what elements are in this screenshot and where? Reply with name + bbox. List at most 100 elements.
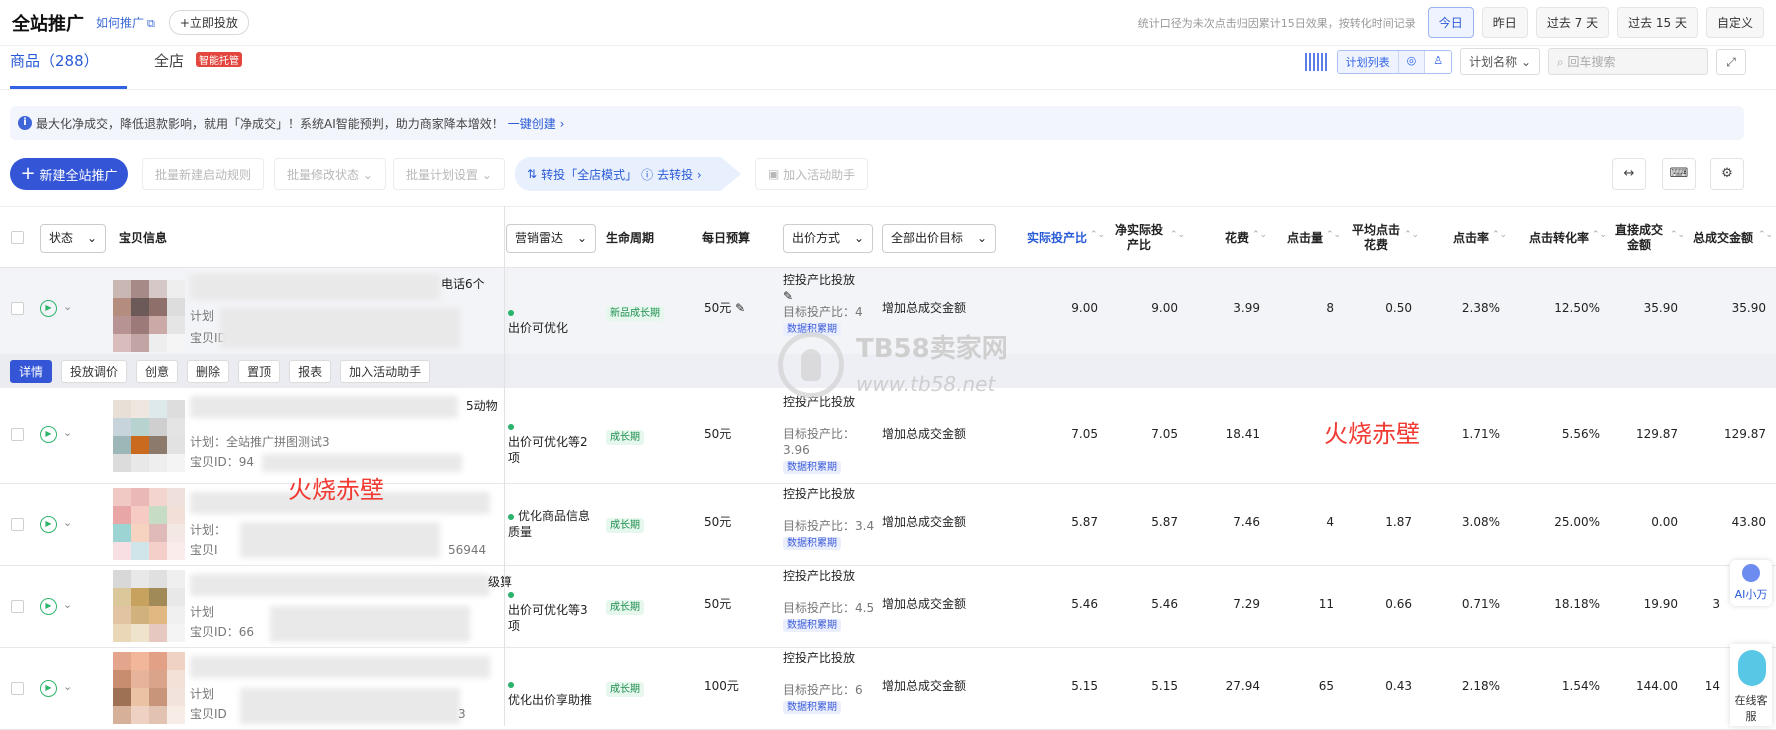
lifecycle-tag: 成长期 <box>606 600 644 615</box>
action-bar: + 新建全站推广 批量新建启动规则 批量修改状态 ⌄ 批量计划设置 ⌄ ⇅ 转投「… <box>0 156 1776 192</box>
column-width-icon[interactable]: ↔ <box>1612 158 1646 190</box>
radar-cell[interactable]: 出价可优化 <box>508 304 568 336</box>
cpc-header[interactable]: 平均点击花费 ⌃⌄ <box>1350 207 1419 269</box>
blurred-plan-info <box>240 688 460 724</box>
budget-cell[interactable]: 50元 <box>704 596 731 612</box>
edit-icon[interactable]: ✎ <box>783 289 793 303</box>
tab-items[interactable]: 商品（288） <box>10 50 99 71</box>
radar-cell[interactable]: 出价可优化等2项 <box>508 418 594 466</box>
target-view-icon[interactable]: ◎ <box>1398 50 1426 73</box>
total-gmv-cell: 129.87 <box>1724 427 1766 441</box>
cpc-cell: 0.66 <box>1385 597 1412 611</box>
view-switch[interactable]: 计划列表 ◎ ♙ <box>1336 49 1453 74</box>
activity-helper-button[interactable]: ▣ 加入活动助手 <box>755 158 869 190</box>
external-link-icon: ⧉ <box>147 17 155 30</box>
radar-cell[interactable]: 优化出价享助推 <box>508 676 604 708</box>
play-status-icon[interactable]: ▶ <box>40 426 57 443</box>
transfer-store-mode-button[interactable]: ⇅ 转投「全店模式」 ⓘ 去转投 › <box>515 157 741 191</box>
search-input[interactable]: ⌕ 回车搜索 <box>1548 48 1708 75</box>
fullscreen-icon[interactable]: ⤢ <box>1716 48 1746 75</box>
direct-gmv-cell: 129.87 <box>1636 427 1678 441</box>
sort-icon: ⌃⌄ <box>1090 230 1106 240</box>
creative-button[interactable]: 创意 <box>136 359 179 383</box>
chevron-down-icon[interactable]: ⌄ <box>63 300 72 313</box>
cpc-cell: 0.50 <box>1385 301 1412 315</box>
roi-header[interactable]: 实际投产比 ⌃⌄ <box>1010 207 1106 269</box>
play-status-icon[interactable]: ▶ <box>40 516 57 533</box>
radar-text: 出价可优化 <box>508 321 569 335</box>
bid-goal-filter[interactable]: 全部出价目标 ⌄ <box>882 207 997 269</box>
one-click-create-link[interactable]: 一键创建 › <box>508 115 565 132</box>
howto-link[interactable]: 如何推广 ⧉ <box>96 14 155 31</box>
report-button[interactable]: 报表 <box>289 359 332 383</box>
bulk-status-button[interactable]: 批量修改状态 ⌄ <box>274 158 386 190</box>
bid-goal-header: 全部出价目标 <box>891 230 964 245</box>
customer-service-widget[interactable]: 在线客服 <box>1730 644 1772 726</box>
plan-name-select[interactable]: 计划名称 ⌄ <box>1460 48 1540 75</box>
range-15d-button[interactable]: 过去 15 天 <box>1617 7 1698 38</box>
table-row[interactable]: ▶ ⌄ 级算 计划 宝贝ID：66 出价可优化等3项 成长期 50元 控投产比投… <box>0 566 1776 648</box>
table-row[interactable]: ▶ ⌄ 计划： 宝贝I 56944 优化商品信息质量 成长期 50元 控投产比投… <box>0 484 1776 566</box>
budget-cell[interactable]: 100元 <box>704 678 739 694</box>
chevron-down-icon[interactable]: ⌄ <box>63 598 72 611</box>
row-checkbox[interactable] <box>11 428 24 441</box>
edit-icon[interactable]: ✎ <box>735 301 745 315</box>
tab-store[interactable]: 全店 <box>154 50 184 71</box>
add-activity-button[interactable]: 加入活动助手 <box>340 359 431 383</box>
blurred-plan-info <box>220 308 460 348</box>
range-custom-button[interactable]: 自定义 <box>1705 7 1764 38</box>
range-today-button[interactable]: 今日 <box>1427 7 1474 38</box>
direct-gmv-cell: 19.90 <box>1643 597 1678 611</box>
direct-gmv-header[interactable]: 直接成交金额 ⌃⌄ <box>1610 207 1685 269</box>
total-gmv-cell: 43.80 <box>1731 515 1766 529</box>
play-status-icon[interactable]: ▶ <box>40 598 57 615</box>
row-checkbox[interactable] <box>11 302 24 315</box>
table-row[interactable]: ▶ ⌄ 计划 宝贝ID 3 优化出价享助推 成长期 100元 控投产比投放 目标投… <box>0 648 1776 730</box>
cvr-header[interactable]: 点击转化率 ⌃⌄ <box>1510 207 1607 269</box>
cvr-cell: 12.50% <box>1554 301 1600 315</box>
table-row[interactable]: ▶ ⌄ 5动物 计划：全站推广拼图测试3 宝贝ID：94 出价可优化等2项 成长… <box>0 388 1776 484</box>
person-view-icon[interactable]: ♙ <box>1425 50 1452 73</box>
total-gmv-header[interactable]: 总成交金额 ⌃⌄ <box>1690 207 1773 269</box>
new-promotion-button[interactable]: + 新建全站推广 <box>10 158 128 190</box>
plan-list-view[interactable]: 计划列表 <box>1337 50 1399 73</box>
adjust-bid-button[interactable]: 投放调价 <box>61 359 128 383</box>
bulk-settings-button[interactable]: 批量计划设置 ⌄ <box>393 158 505 190</box>
settings-icon[interactable]: ⚙ <box>1710 158 1744 190</box>
keyboard-icon[interactable]: ⌨ <box>1662 158 1696 190</box>
budget-value: 50元 <box>704 301 732 315</box>
ctr-cell: 3.08% <box>1461 515 1500 529</box>
launch-button[interactable]: +立即投放 <box>168 10 249 35</box>
bulk-rule-button[interactable]: 批量新建启动规则 <box>142 158 265 190</box>
range-7d-button[interactable]: 过去 7 天 <box>1535 7 1610 38</box>
budget-cell[interactable]: 50元 <box>704 514 731 530</box>
radar-cell[interactable]: 出价可优化等3项 <box>508 586 594 634</box>
range-yesterday-button[interactable]: 昨日 <box>1481 7 1528 38</box>
detail-button[interactable]: 详情 <box>10 359 53 383</box>
budget-cell[interactable]: 50元 ✎ <box>704 300 745 316</box>
row-checkbox[interactable] <box>11 518 24 531</box>
spend-header[interactable]: 花费 ⌃⌄ <box>1200 207 1267 269</box>
ai-assistant-widget[interactable]: AI小万 <box>1730 560 1772 606</box>
pin-top-button[interactable]: 置顶 <box>238 359 281 383</box>
radar-filter[interactable]: 营销雷达 ⌄ <box>506 207 597 269</box>
row-checkbox[interactable] <box>11 600 24 613</box>
row-checkbox[interactable] <box>11 682 24 695</box>
budget-cell[interactable]: 50元 <box>704 426 731 442</box>
clicks-header[interactable]: 点击量 ⌃⌄ <box>1270 207 1341 269</box>
ctr-header[interactable]: 点击率 ⌃⌄ <box>1430 207 1507 269</box>
bid-mode-filter[interactable]: 出价方式 ⌄ <box>783 207 874 269</box>
status-filter[interactable]: 状态 ⌄ <box>40 207 107 269</box>
bid-mode-cell: 控投产比投放 目标投产比：3.96 数据积累期 <box>783 394 873 474</box>
play-status-icon[interactable]: ▶ <box>40 300 57 317</box>
delete-button[interactable]: 删除 <box>187 359 230 383</box>
radar-cell[interactable]: 优化商品信息质量 <box>508 508 594 540</box>
chevron-down-icon[interactable]: ⌄ <box>63 426 72 439</box>
qr-code-icon[interactable] <box>1304 52 1329 71</box>
select-all-checkbox[interactable] <box>11 231 24 244</box>
chevron-down-icon[interactable]: ⌄ <box>63 516 72 529</box>
chevron-down-icon[interactable]: ⌄ <box>63 680 72 693</box>
transfer-link[interactable]: 去转投 › <box>657 166 702 183</box>
net-roi-header[interactable]: 净实际投产比 ⌃⌄ <box>1110 207 1185 269</box>
play-status-icon[interactable]: ▶ <box>40 680 57 697</box>
